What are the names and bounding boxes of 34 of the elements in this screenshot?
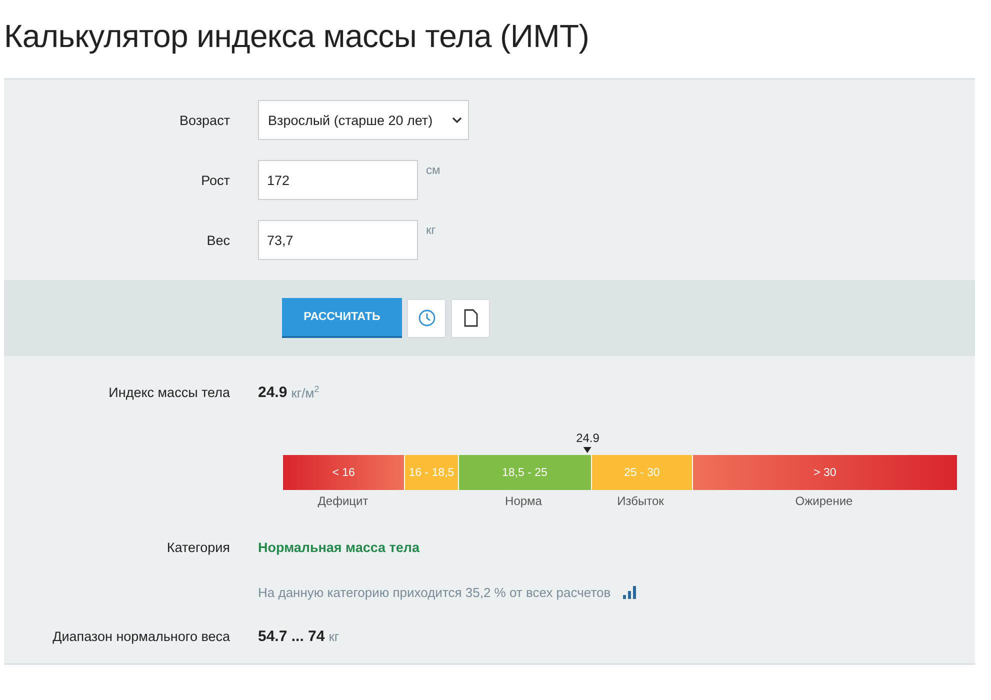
- height-label: Рост: [200, 172, 231, 188]
- bmi-value: 24.9: [258, 384, 288, 401]
- bmi-label: Индекс массы тела: [108, 385, 231, 400]
- weight-unit: кг: [426, 223, 436, 237]
- range-value: 54.7 ... 74: [258, 628, 325, 645]
- range-unit: кг: [328, 629, 340, 644]
- weight-label: Вес: [206, 232, 231, 248]
- category-note: На данную категорию приходится 35,2 % от всех расчетов: [258, 585, 611, 600]
- scale-caption: Ожирение: [795, 494, 853, 508]
- history-button[interactable]: [407, 298, 446, 338]
- scale-caption: Дефицит: [318, 494, 368, 508]
- age-label: Возраст: [178, 112, 231, 128]
- range-label: Диапазон нормального веса: [52, 629, 231, 644]
- document-button[interactable]: [451, 298, 490, 338]
- scale-segment: < 16: [282, 455, 404, 490]
- height-input[interactable]: 172: [258, 160, 418, 200]
- page-title: Калькулятор индекса массы тела (ИМТ): [3, 17, 590, 56]
- category-value: Нормальная масса тела: [258, 540, 420, 555]
- scale-segment: 18,5 - 25: [458, 455, 591, 490]
- scale-caption: Норма: [505, 494, 542, 508]
- height-unit: см: [426, 163, 440, 177]
- scale-segment: 16 - 18,5: [404, 455, 458, 490]
- bmi-unit: кг/м$^{2}$: [291, 384, 320, 401]
- age-select[interactable]: Взрослый (старше 20 лет): [258, 100, 469, 140]
- bar-chart-icon[interactable]: [622, 586, 636, 599]
- weight-input[interactable]: 73,7: [258, 220, 418, 260]
- scale-segment: > 30: [692, 455, 957, 490]
- category-label: Категория: [166, 540, 231, 555]
- chevron-down-icon: [452, 116, 462, 124]
- document-icon: [464, 309, 478, 327]
- scale-caption: Избыток: [617, 494, 664, 508]
- scale-segment: 25 - 30: [590, 455, 692, 490]
- clock-icon: [418, 309, 436, 327]
- marker-value: 24.9: [576, 431, 600, 445]
